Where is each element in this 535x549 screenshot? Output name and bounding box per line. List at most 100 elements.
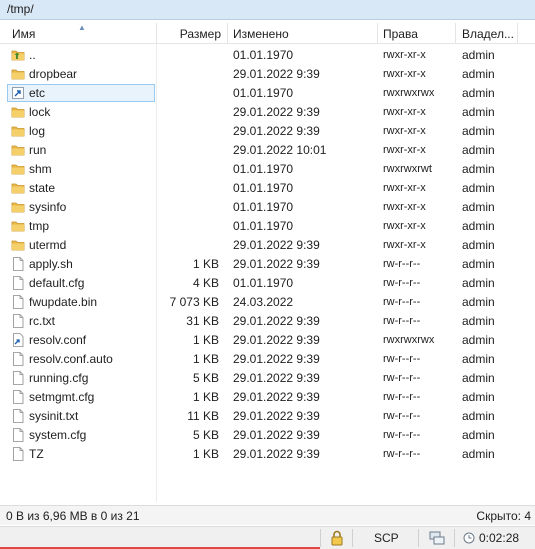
file-size: 1 KB	[192, 352, 219, 366]
file-size: 11 KB	[187, 409, 219, 423]
elapsed-time-indicator: 0:02:28	[454, 529, 535, 547]
file-row[interactable]: TZ 1 KB 29.01.2022 9:39 rw-r--r-- admin	[0, 445, 535, 464]
file-modified: 01.01.1970	[233, 86, 294, 100]
file-icon	[11, 371, 25, 385]
file-icon	[11, 257, 25, 271]
file-list[interactable]: .. 01.01.1970 rwxr-xr-x admin dropbear 29.01.…	[0, 46, 535, 502]
file-owner: admin	[462, 219, 495, 233]
file-name: dropbear	[29, 67, 78, 81]
file-modified: 29.01.2022 9:39	[233, 390, 320, 404]
file-row[interactable]: resolv.conf.auto 1 KB 29.01.2022 9:39 rw-r-…	[0, 350, 535, 369]
file-row[interactable]: default.cfg 4 KB 01.01.1970 rw-r--r-- admin	[0, 274, 535, 293]
current-path: /tmp/	[7, 2, 34, 16]
file-row[interactable]: .. 01.01.1970 rwxr-xr-x admin	[0, 46, 535, 65]
file-owner: admin	[462, 333, 495, 347]
column-rights-header[interactable]: Права	[383, 27, 418, 41]
network-icon	[429, 531, 445, 545]
file-row[interactable]: sysinit.txt 11 KB 29.01.2022 9:39 rw-r--r--…	[0, 407, 535, 426]
file-row[interactable]: state 01.01.1970 rwxr-xr-x admin	[0, 179, 535, 198]
column-owner-header[interactable]: Владел...	[462, 27, 514, 41]
file-owner: admin	[462, 409, 495, 423]
file-modified: 29.01.2022 9:39	[233, 67, 320, 81]
file-owner: admin	[462, 67, 495, 81]
file-row[interactable]: utermd 29.01.2022 9:39 rwxr-xr-x admin	[0, 236, 535, 255]
encryption-indicator[interactable]	[320, 529, 352, 547]
file-rights: rwxr-xr-x	[383, 220, 426, 232]
file-modified: 29.01.2022 9:39	[233, 105, 320, 119]
column-modified-header[interactable]: Изменено	[233, 27, 289, 41]
file-rights: rw-r--r--	[383, 258, 421, 270]
file-icon	[11, 314, 25, 328]
file-owner: admin	[462, 428, 495, 442]
file-row[interactable]: dropbear 29.01.2022 9:39 rwxr-xr-x admin	[0, 65, 535, 84]
column-divider[interactable]	[156, 23, 157, 44]
column-divider[interactable]	[377, 23, 378, 44]
file-rights: rwxr-xr-x	[383, 201, 426, 213]
column-name-header[interactable]: Имя	[12, 27, 35, 41]
file-owner: admin	[462, 86, 495, 100]
file-modified: 01.01.1970	[233, 181, 294, 195]
file-rights: rwxr-xr-x	[383, 106, 426, 118]
protocol-indicator[interactable]: SCP	[352, 529, 418, 547]
file-modified: 29.01.2022 10:01	[233, 143, 327, 157]
file-row[interactable]: tmp 01.01.1970 rwxr-xr-x admin	[0, 217, 535, 236]
file-rights: rw-r--r--	[383, 391, 421, 403]
file-size: 5 KB	[192, 428, 219, 442]
file-row[interactable]: apply.sh 1 KB 29.01.2022 9:39 rw-r--r-- admi…	[0, 255, 535, 274]
file-row[interactable]: system.cfg 5 KB 29.01.2022 9:39 rw-r--r-- ad…	[0, 426, 535, 445]
file-row[interactable]: run 29.01.2022 10:01 rwxr-xr-x admin	[0, 141, 535, 160]
file-modified: 29.01.2022 9:39	[233, 447, 320, 461]
file-row[interactable]: log 29.01.2022 9:39 rwxr-xr-x admin	[0, 122, 535, 141]
file-modified: 29.01.2022 9:39	[233, 238, 320, 252]
column-divider[interactable]	[455, 23, 456, 44]
file-rights: rw-r--r--	[383, 448, 421, 460]
file-size: 1 KB	[192, 390, 219, 404]
file-name: setmgmt.cfg	[29, 390, 95, 404]
file-owner: admin	[462, 295, 495, 309]
file-row[interactable]: etc 01.01.1970 rwxrwxrwx admin	[0, 84, 535, 103]
column-divider[interactable]	[227, 23, 228, 44]
file-rights: rwxr-xr-x	[383, 125, 426, 137]
sort-ascending-icon: ▲	[78, 23, 86, 32]
file-owner: admin	[462, 105, 495, 119]
file-name: shm	[29, 162, 52, 176]
folder-icon	[11, 124, 25, 138]
parent-folder-icon	[11, 48, 25, 62]
folder-icon	[11, 200, 25, 214]
file-icon	[11, 409, 25, 423]
path-bar[interactable]: /tmp/	[0, 0, 535, 20]
file-name: apply.sh	[29, 257, 73, 271]
file-icon	[11, 276, 25, 290]
file-size: 1 KB	[192, 257, 219, 271]
file-row[interactable]: fwupdate.bin 7 073 KB 24.03.2022 rw-r--r-- a…	[0, 293, 535, 312]
selection-summary: 0 B из 6,96 MB в 0 из 21	[6, 509, 140, 523]
file-name: utermd	[29, 238, 67, 252]
file-row[interactable]: sysinfo 01.01.1970 rwxr-xr-x admin	[0, 198, 535, 217]
file-owner: admin	[462, 238, 495, 252]
network-indicator[interactable]	[418, 529, 454, 547]
file-row[interactable]: shm 01.01.1970 rwxrwxrwt admin	[0, 160, 535, 179]
file-modified: 01.01.1970	[233, 200, 294, 214]
file-owner: admin	[462, 48, 495, 62]
elapsed-time: 0:02:28	[479, 531, 520, 545]
file-row[interactable]: resolv.conf 1 KB 29.01.2022 9:39 rwxrwxrwx a…	[0, 331, 535, 350]
file-name: default.cfg	[29, 276, 85, 290]
file-rights: rwxr-xr-x	[383, 68, 426, 80]
file-modified: 01.01.1970	[233, 219, 294, 233]
folder-icon	[11, 181, 25, 195]
file-row[interactable]: lock 29.01.2022 9:39 rwxr-xr-x admin	[0, 103, 535, 122]
folder-icon	[11, 219, 25, 233]
column-divider[interactable]	[517, 23, 518, 44]
file-name: ..	[29, 48, 36, 62]
file-row[interactable]: running.cfg 5 KB 29.01.2022 9:39 rw-r--r-- a…	[0, 369, 535, 388]
file-row[interactable]: rc.txt 31 KB 29.01.2022 9:39 rw-r--r-- admin	[0, 312, 535, 331]
file-modified: 01.01.1970	[233, 162, 294, 176]
file-modified: 29.01.2022 9:39	[233, 314, 320, 328]
file-rights: rw-r--r--	[383, 277, 421, 289]
file-name: log	[29, 124, 46, 138]
file-name: run	[29, 143, 47, 157]
file-name: sysinit.txt	[29, 409, 79, 423]
file-name: sysinfo	[29, 200, 67, 214]
column-size-header[interactable]: Размер	[180, 27, 221, 41]
file-row[interactable]: setmgmt.cfg 1 KB 29.01.2022 9:39 rw-r--r-- a…	[0, 388, 535, 407]
